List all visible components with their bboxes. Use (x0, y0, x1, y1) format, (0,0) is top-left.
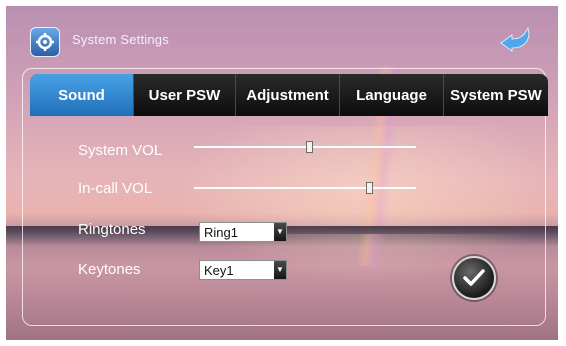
tab-system-psw[interactable]: System PSW (444, 74, 548, 116)
checkmark-icon (463, 269, 485, 286)
window-title: System Settings (72, 32, 169, 47)
settings-gear-icon (30, 27, 60, 57)
system-vol-slider[interactable] (194, 140, 416, 154)
keytones-label: Keytones (78, 261, 141, 278)
settings-tabs: Sound User PSW Adjustment Language Syste… (30, 74, 548, 116)
keytones-value: Key1 (204, 263, 234, 278)
dropdown-arrow-icon: ▼ (274, 223, 286, 241)
keytones-select[interactable]: Key1 ▼ (199, 260, 287, 280)
incall-vol-slider[interactable] (194, 181, 416, 195)
slider-track (194, 146, 416, 148)
tab-language[interactable]: Language (340, 74, 444, 116)
confirm-button[interactable] (452, 256, 496, 300)
system-vol-label: System VOL (78, 142, 163, 159)
back-button[interactable] (498, 24, 534, 52)
ringtones-label: Ringtones (78, 221, 146, 238)
ringtones-value: Ring1 (204, 225, 238, 240)
slider-thumb[interactable] (306, 141, 314, 153)
tab-sound[interactable]: Sound (30, 74, 134, 116)
tab-adjustment[interactable]: Adjustment (236, 74, 340, 116)
dropdown-arrow-icon: ▼ (274, 261, 286, 279)
tab-user-psw[interactable]: User PSW (134, 74, 236, 116)
incall-vol-label: In-call VOL (78, 180, 153, 197)
slider-track (194, 187, 416, 189)
back-arrow-icon (500, 26, 530, 52)
slider-thumb[interactable] (366, 182, 374, 194)
ringtones-select[interactable]: Ring1 ▼ (199, 222, 287, 242)
